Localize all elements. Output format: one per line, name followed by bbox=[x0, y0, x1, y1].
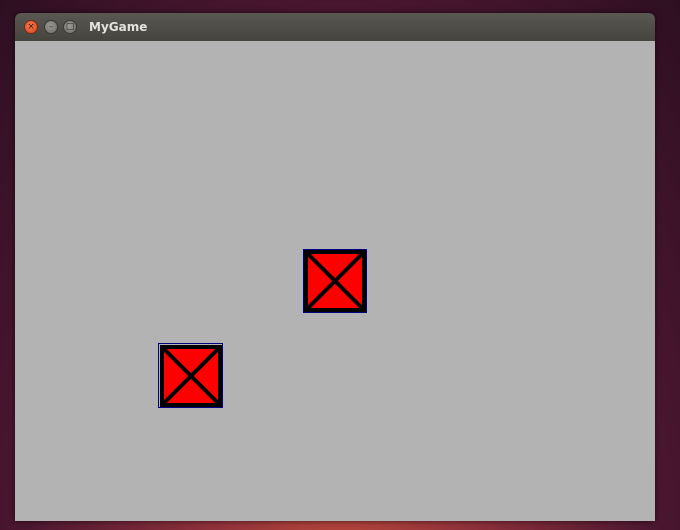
x-crate-sprite bbox=[158, 343, 223, 408]
maximize-icon[interactable]: □ bbox=[63, 20, 77, 34]
x-crate-graphic bbox=[303, 249, 367, 313]
window-title: MyGame bbox=[89, 20, 148, 34]
title-bar[interactable]: × – □ MyGame bbox=[15, 13, 655, 41]
game-canvas[interactable] bbox=[15, 41, 655, 521]
close-icon[interactable]: × bbox=[24, 20, 38, 34]
minimize-icon[interactable]: – bbox=[44, 20, 58, 34]
x-crate-graphic bbox=[158, 343, 223, 408]
game-window: × – □ MyGame bbox=[15, 13, 655, 521]
close-glyph: × bbox=[27, 21, 35, 32]
maximize-glyph: □ bbox=[65, 21, 75, 32]
x-crate-sprite bbox=[303, 249, 367, 313]
minimize-glyph: – bbox=[48, 21, 54, 32]
